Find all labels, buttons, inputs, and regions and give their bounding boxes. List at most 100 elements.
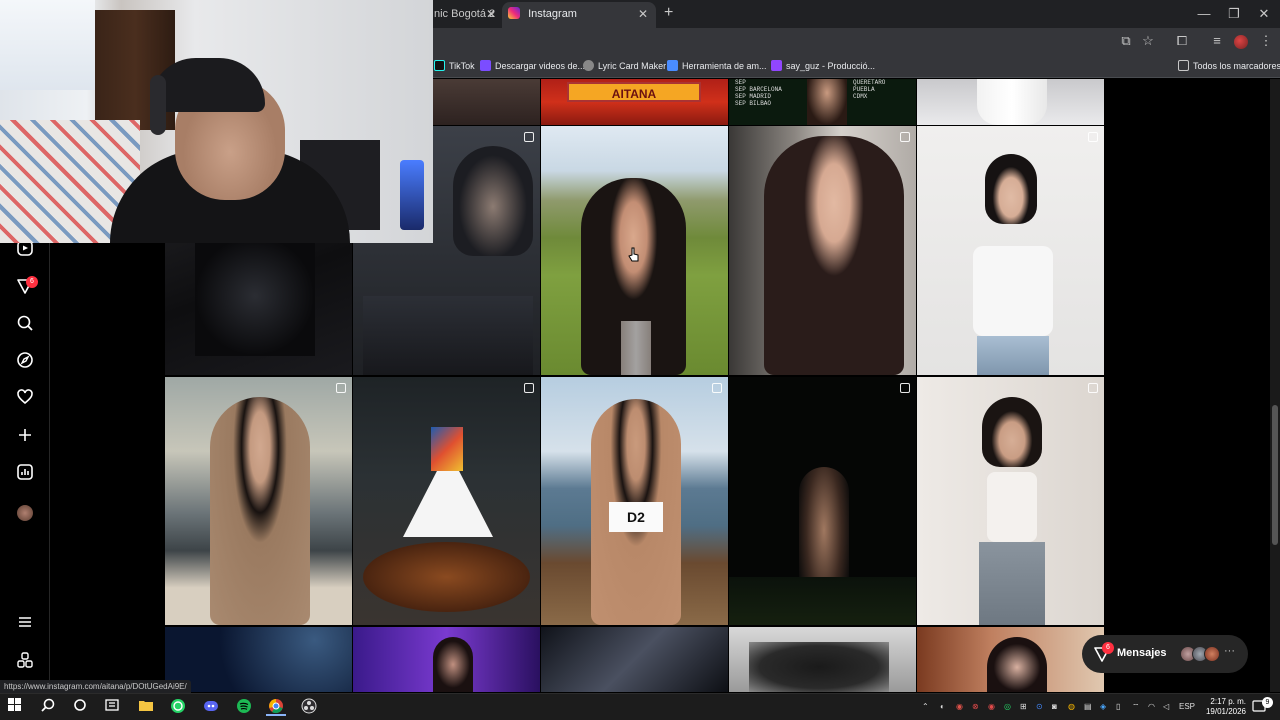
post-thumbnail[interactable] (353, 627, 540, 692)
menu-icon[interactable] (14, 613, 36, 635)
task-view-icon[interactable] (70, 698, 90, 716)
carousel-icon (900, 383, 910, 393)
post-thumbnail[interactable] (917, 79, 1104, 125)
profile-avatar[interactable] (1234, 35, 1248, 49)
discord-icon[interactable] (201, 698, 221, 716)
post-thumbnail[interactable] (729, 377, 916, 625)
apps-icon[interactable] (14, 651, 36, 673)
windows-taskbar: ⌃ ◐ ◉ ⊗ ◉ ◎ ⊞ ⊙ ◙ ◍ ▤ ◈ ▯ ⌔ ◠ ◁ ESP 2:17… (0, 693, 1280, 720)
clock[interactable]: 2:17 p. m. 19/01/2026 (1196, 697, 1246, 717)
post-thumbnail[interactable] (917, 377, 1104, 625)
tray-app-icon[interactable]: ◉ (956, 702, 963, 711)
post-thumbnail[interactable]: D2 (541, 377, 728, 625)
swimsuit-print: D2 (609, 502, 663, 532)
date: 19/01/2026 (1205, 707, 1246, 716)
bookmark-tiktok[interactable]: TikTok (434, 60, 475, 71)
status-url: https://www.instagram.com/aitana/p/DOtUG… (0, 680, 191, 693)
tray-app-icon[interactable]: ▤ (1084, 702, 1092, 711)
carousel-icon (1088, 132, 1098, 142)
file-explorer-icon[interactable] (136, 698, 156, 716)
webcam-overlay (0, 0, 433, 243)
chrome-icon[interactable] (266, 698, 286, 716)
tour-dates-text-right: QUERETARO PUEBLA CDMX (853, 79, 886, 100)
tray-app-icon[interactable]: ⊙ (1036, 702, 1043, 711)
bookmark-say-guz[interactable]: say_guz - Producció... (771, 60, 875, 71)
language-indicator[interactable]: ESP (1179, 702, 1195, 711)
kebab-menu-icon[interactable]: ⋮ (1257, 33, 1275, 49)
discord-icon[interactable]: ◙ (1052, 702, 1057, 711)
tour-dates-text: SEP SEP BARCELONA SEP MADRID SEP BILBAO (735, 79, 782, 107)
tiktok-icon (434, 60, 445, 71)
plus-icon[interactable] (14, 426, 36, 448)
search-icon[interactable] (14, 314, 36, 336)
twitch-icon (771, 60, 782, 71)
restore-button[interactable]: ❐ (1224, 6, 1244, 22)
install-app-icon[interactable]: ⧉ (1117, 33, 1135, 49)
whatsapp-icon[interactable]: ◎ (1004, 702, 1011, 711)
microphone (400, 160, 424, 230)
post-thumbnail[interactable] (165, 377, 352, 625)
post-thumbnail[interactable] (729, 627, 916, 692)
tab-bogota[interactable]: nic Bogotá 2 ✕ (428, 2, 500, 28)
post-thumbnail[interactable] (917, 126, 1104, 375)
search-icon[interactable] (38, 698, 58, 716)
tray-app-icon[interactable]: ◉ (988, 702, 995, 711)
battery-icon[interactable]: ▯ (1116, 702, 1120, 711)
tray-app-icon[interactable]: ◐ (940, 702, 945, 711)
messages-button[interactable]: 6 Mensajes ··· (1082, 635, 1248, 673)
chevron-up-icon[interactable]: ⌃ (922, 702, 929, 711)
post-thumbnail[interactable]: SEP SEP BARCELONA SEP MADRID SEP BILBAO … (729, 79, 916, 125)
time: 2:17 p. m. (1210, 697, 1246, 706)
scrollbar-track[interactable] (1270, 79, 1280, 692)
post-thumbnail[interactable] (433, 79, 540, 125)
star-icon[interactable]: ☆ (1139, 33, 1157, 49)
post-thumbnail[interactable] (729, 126, 916, 375)
hand-cursor-icon (628, 247, 639, 262)
close-icon[interactable]: ✕ (486, 2, 496, 26)
chart-icon[interactable] (14, 463, 36, 485)
carousel-icon (336, 383, 346, 393)
tray-app-icon[interactable]: ⊞ (1020, 702, 1027, 711)
close-icon[interactable]: ✕ (638, 2, 648, 26)
windows-icon[interactable] (5, 698, 25, 716)
post-thumbnail[interactable] (165, 627, 352, 692)
all-bookmarks[interactable]: Todos los marcadores (1178, 60, 1280, 71)
messages-badge: 6 (26, 276, 38, 288)
minimize-button[interactable]: — (1194, 6, 1214, 21)
avatar (1204, 646, 1220, 662)
bookmark-lyric-card[interactable]: Lyric Card Maker (583, 60, 666, 71)
tab-instagram[interactable]: Instagram ✕ (502, 2, 656, 28)
close-window-button[interactable]: ✕ (1254, 6, 1274, 22)
tray-app-icon[interactable]: ◈ (1100, 702, 1106, 711)
widgets-icon[interactable] (102, 698, 122, 716)
compass-icon[interactable] (14, 351, 36, 373)
post-thumbnail[interactable] (917, 627, 1104, 692)
carousel-icon (524, 383, 534, 393)
tray-app-icon[interactable]: ⊗ (972, 702, 979, 711)
media-controls-icon[interactable]: ≡ (1208, 33, 1226, 48)
whatsapp-icon[interactable] (168, 698, 188, 716)
tab-label: Instagram (528, 8, 577, 20)
wifi-icon[interactable]: ◠ (1148, 702, 1155, 711)
scrollbar-thumb[interactable] (1272, 405, 1278, 545)
globe-icon (583, 60, 594, 71)
volume-icon[interactable]: ◁ (1163, 702, 1169, 711)
post-thumbnail[interactable]: AITANA (541, 79, 728, 125)
network-icon[interactable]: ⌔ (1132, 702, 1140, 712)
carousel-icon (712, 383, 722, 393)
carousel-icon (900, 132, 910, 142)
heart-icon (667, 60, 678, 71)
chrome-icon[interactable]: ◍ (1068, 702, 1075, 711)
post-thumbnail[interactable] (353, 377, 540, 625)
post-thumbnail[interactable] (541, 627, 728, 692)
bookmark-descargar[interactable]: Descargar videos de... (480, 60, 585, 71)
heart-icon[interactable] (14, 388, 36, 410)
avatar[interactable] (17, 505, 33, 521)
folder-icon (1178, 60, 1189, 71)
extensions-icon[interactable]: ⧠ (1173, 33, 1191, 49)
bookmark-herramienta[interactable]: Herramienta de am... (667, 60, 767, 71)
messages-label: Mensajes (1117, 647, 1167, 659)
new-tab-button[interactable]: + (664, 4, 673, 22)
spotify-icon[interactable] (234, 698, 254, 716)
obs-icon[interactable] (299, 698, 319, 716)
